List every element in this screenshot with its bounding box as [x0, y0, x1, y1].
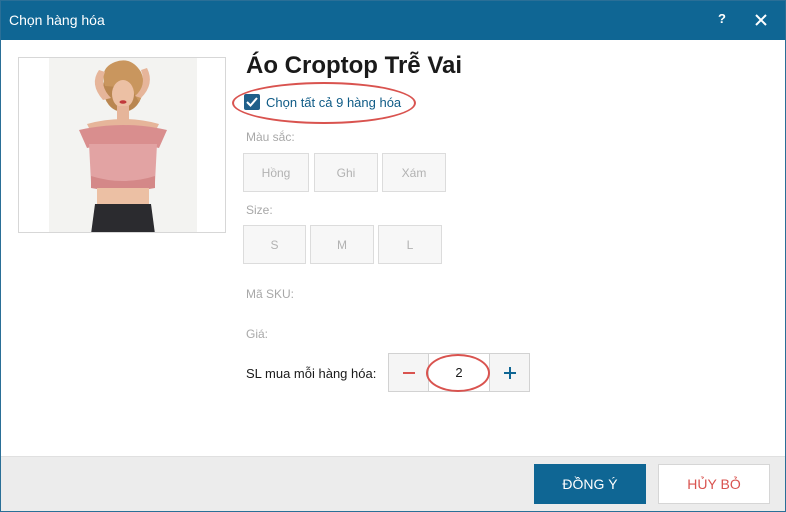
product-photo [19, 58, 225, 232]
size-option-m[interactable]: M [310, 225, 374, 264]
size-label: Size: [246, 203, 273, 217]
product-image [18, 57, 226, 233]
color-option-hong[interactable]: Hồng [243, 153, 309, 192]
choose-product-dialog: Chọn hàng hóa ? Áo Croptop Trễ Vai Chọn … [0, 0, 786, 512]
minus-icon [402, 371, 415, 374]
checkbox-box[interactable] [244, 94, 260, 110]
increment-button[interactable] [489, 354, 529, 391]
check-icon [246, 97, 258, 107]
dialog-titlebar: Chọn hàng hóa ? [1, 1, 785, 40]
size-option-s[interactable]: S [243, 225, 306, 264]
select-all-label: Chọn tất cả 9 hàng hóa [266, 94, 402, 110]
size-option-l[interactable]: L [378, 225, 442, 264]
plus-icon [503, 366, 516, 379]
close-icon [755, 14, 767, 26]
color-label: Màu sắc: [246, 130, 295, 144]
sku-label: Mã SKU: [246, 287, 295, 301]
ok-button[interactable]: ĐỒNG Ý [534, 464, 646, 504]
product-name: Áo Croptop Trễ Vai [246, 52, 463, 79]
quantity-stepper [388, 353, 530, 392]
quantity-label: SL mua mỗi hàng hóa: [246, 366, 377, 381]
color-option-xam[interactable]: Xám [382, 153, 446, 192]
color-option-ghi[interactable]: Ghi [314, 153, 378, 192]
help-button[interactable]: ? [713, 11, 731, 29]
select-all-checkbox[interactable]: Chọn tất cả 9 hàng hóa [244, 92, 401, 112]
dialog-title: Chọn hàng hóa [9, 12, 105, 28]
close-button[interactable] [751, 10, 771, 30]
cancel-button[interactable]: HỦY BỎ [658, 464, 770, 504]
price-label: Giá: [246, 327, 269, 341]
quantity-input[interactable] [430, 354, 488, 391]
decrement-button[interactable] [389, 354, 429, 391]
